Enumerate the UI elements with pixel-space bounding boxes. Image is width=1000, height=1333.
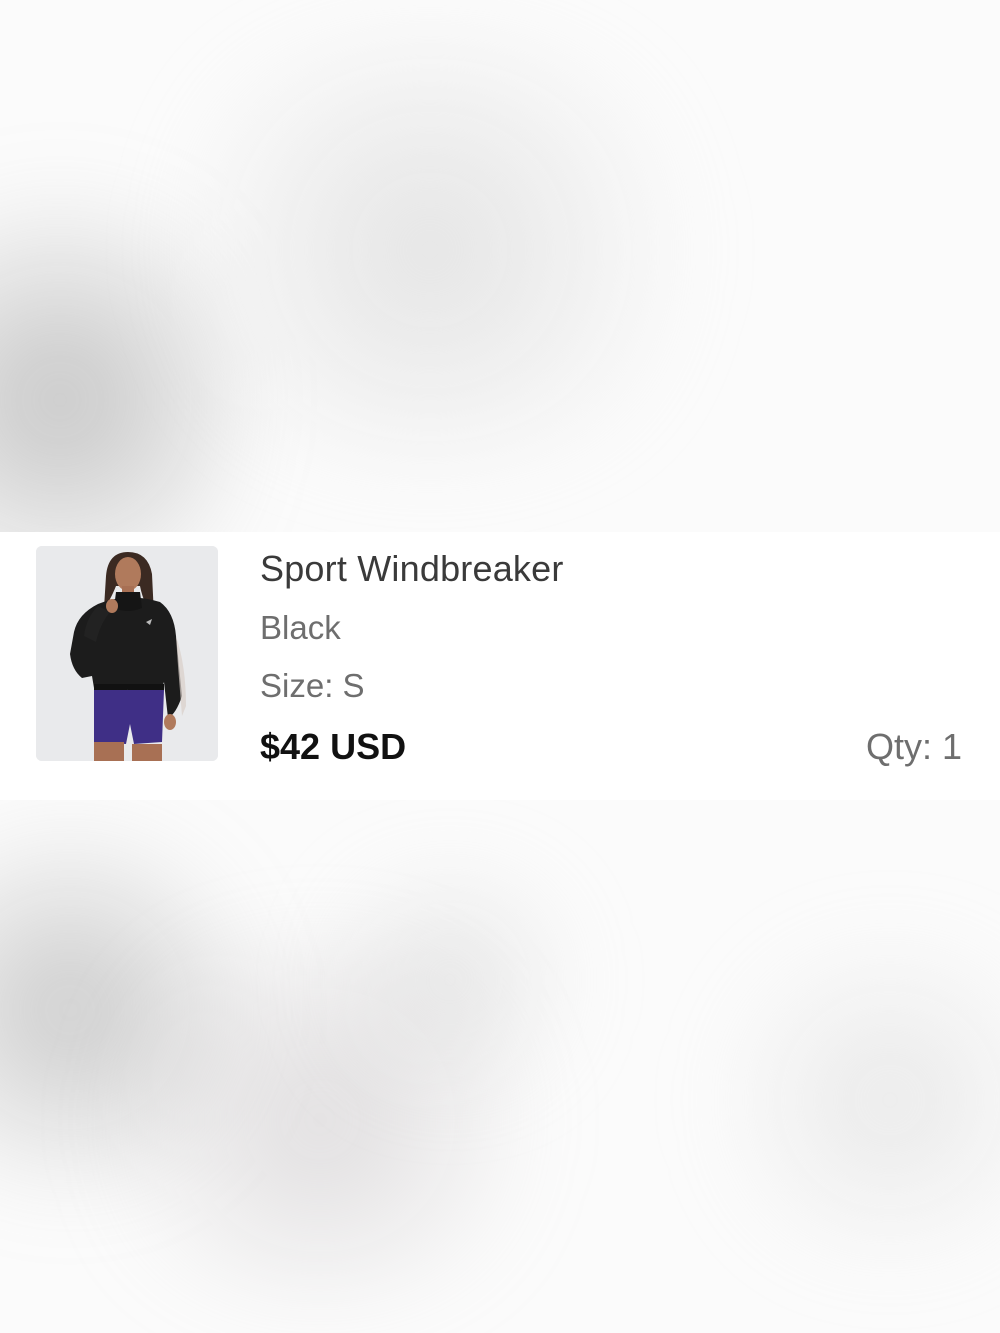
product-thumbnail[interactable] xyxy=(36,546,218,761)
product-title[interactable]: Sport Windbreaker xyxy=(260,548,564,590)
product-size: Size: S xyxy=(260,667,365,704)
background-blur-shape xyxy=(120,40,740,460)
product-quantity: Qty: 1 xyxy=(865,726,962,767)
product-color: Black xyxy=(260,609,341,646)
product-photo-icon xyxy=(36,546,218,761)
screen: Sport Windbreaker Black Size: S $42 USD … xyxy=(0,0,1000,1333)
background-blur-shape xyxy=(700,940,1000,1260)
product-price: $42 USD xyxy=(260,726,407,767)
cart-item-card[interactable]: Sport Windbreaker Black Size: S $42 USD … xyxy=(0,532,1000,800)
background-blur-shape xyxy=(300,870,600,1090)
